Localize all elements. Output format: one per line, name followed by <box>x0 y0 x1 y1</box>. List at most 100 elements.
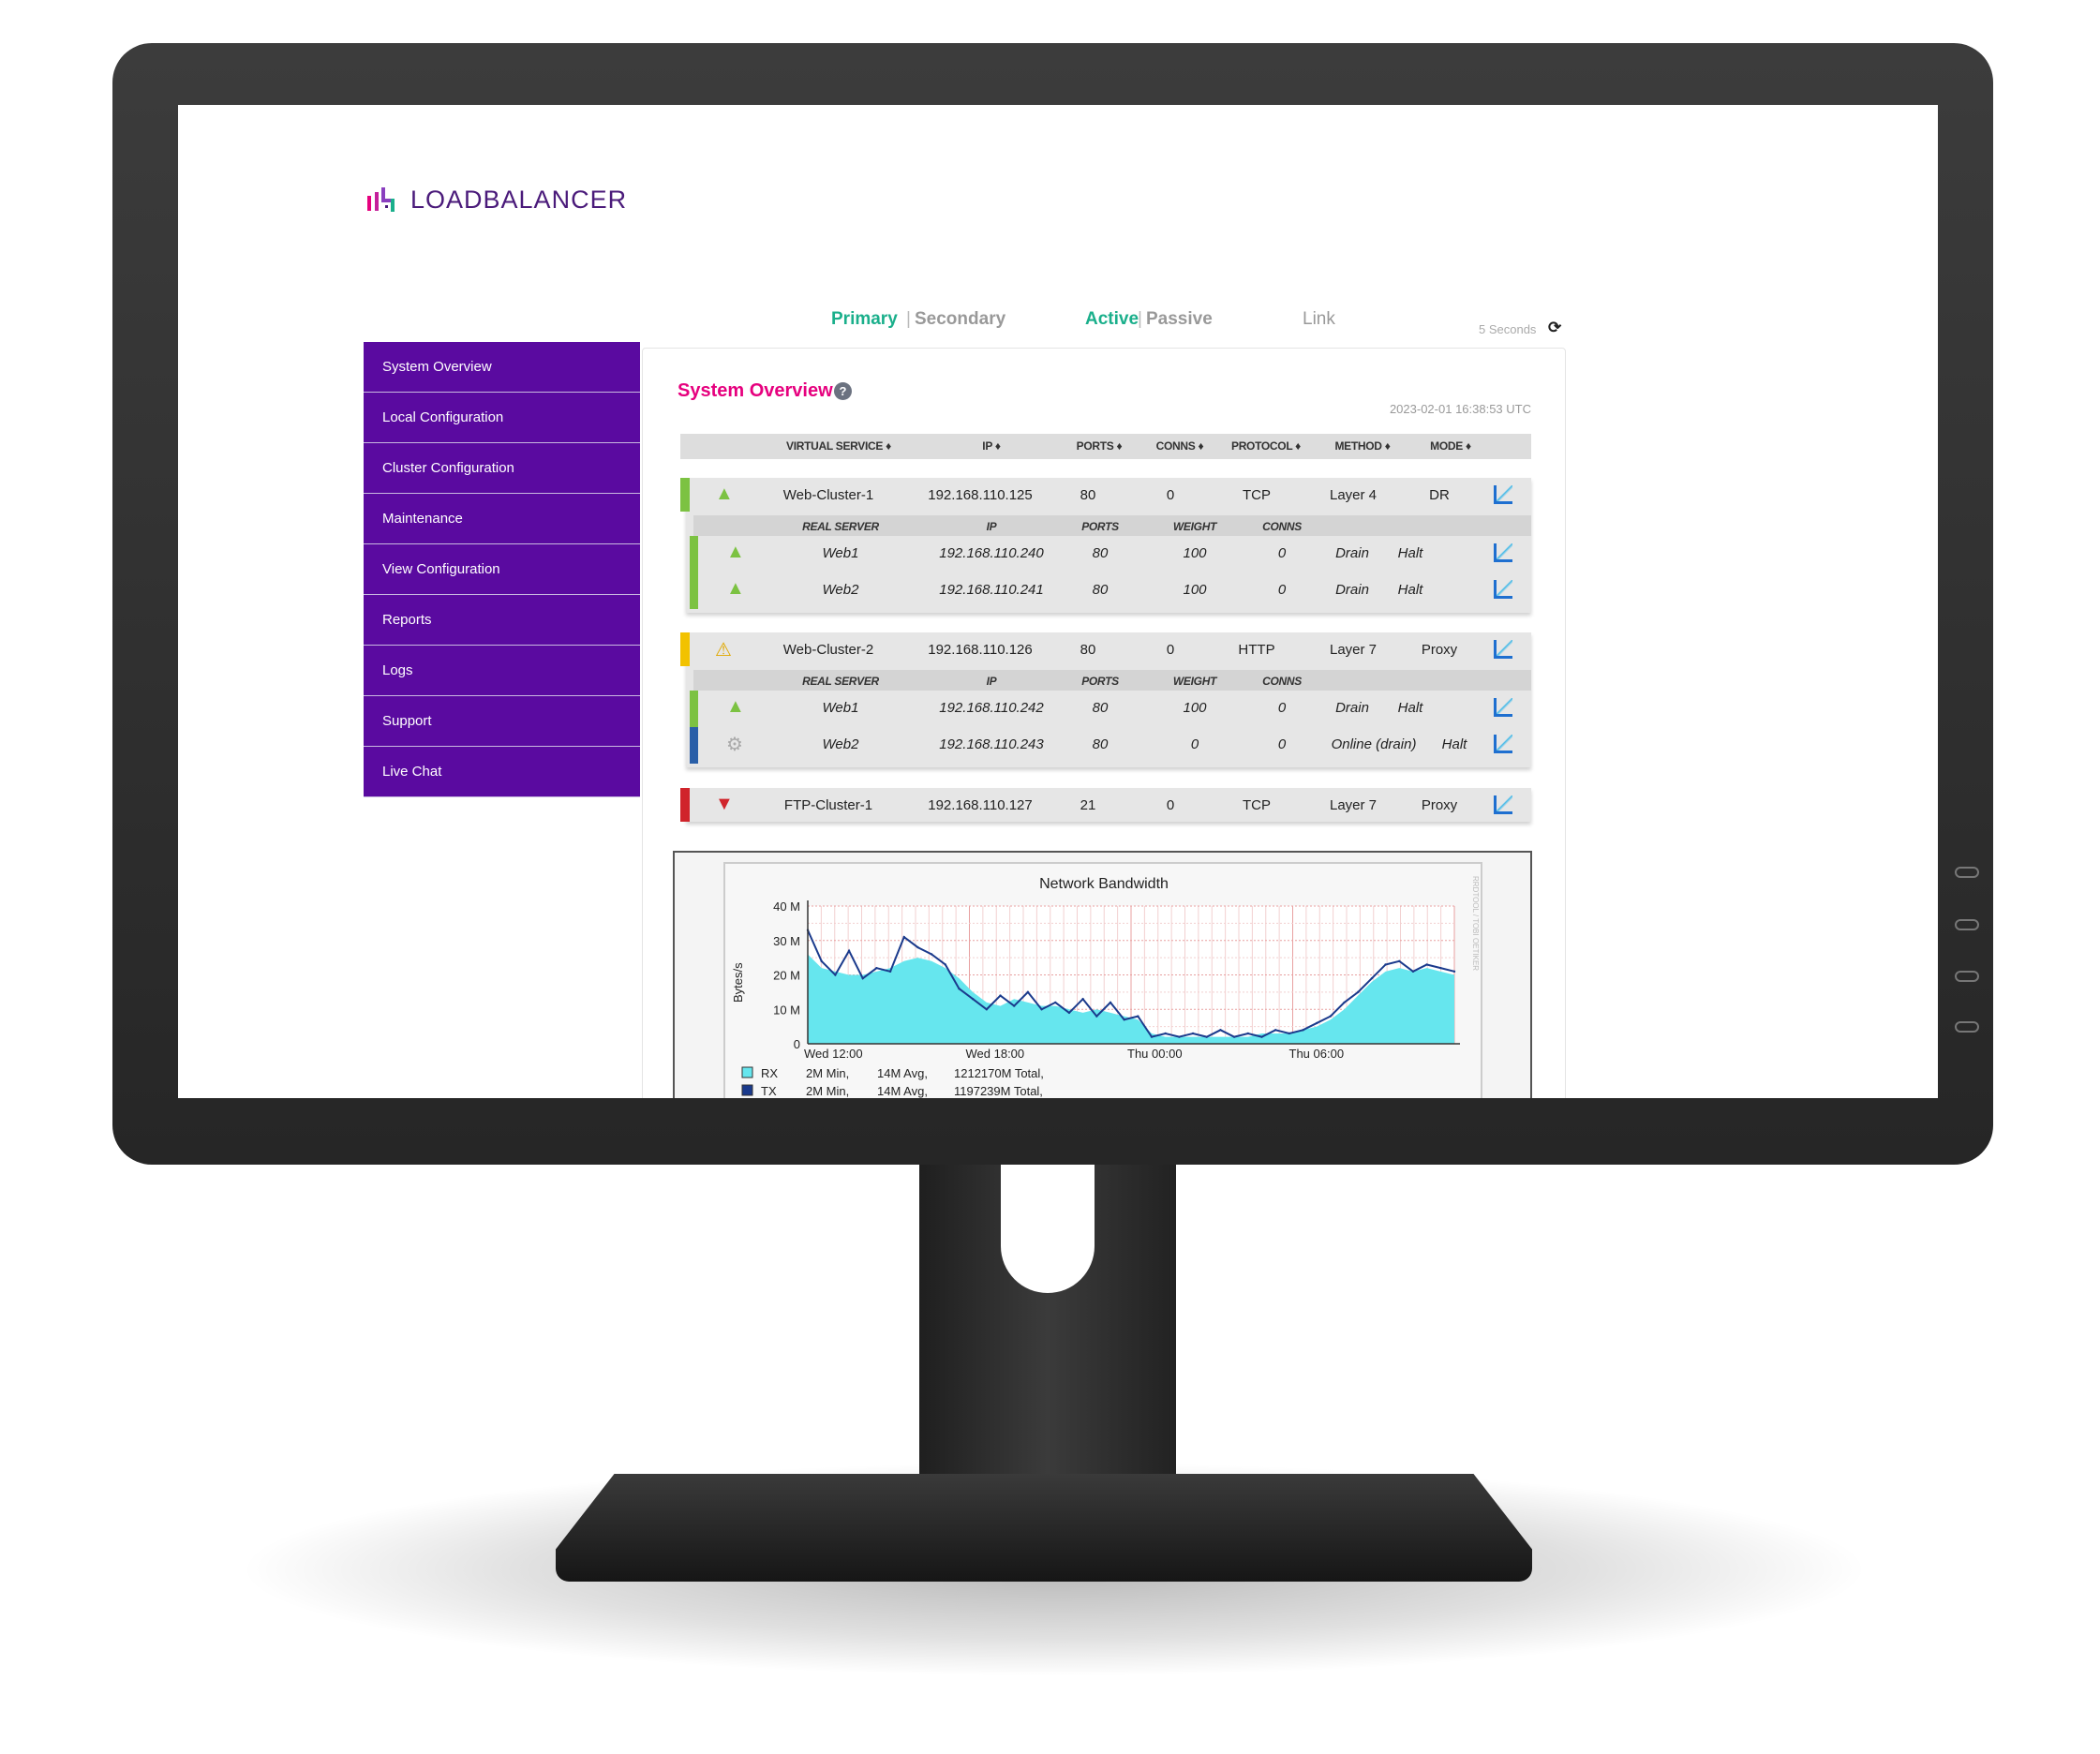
real-server-column-header: WEIGHT <box>1172 675 1217 688</box>
tx-point <box>1302 1029 1304 1032</box>
tx-point <box>1219 1029 1222 1032</box>
graph-icon[interactable] <box>1494 543 1512 562</box>
status-bar <box>680 632 690 666</box>
service-cell: Layer 4 <box>1329 487 1378 503</box>
column-header[interactable]: METHOD ♦ <box>1334 439 1390 453</box>
halt-link[interactable]: Halt <box>1398 582 1423 598</box>
service-cell: 192.168.110.127 <box>928 797 1033 813</box>
sidebar-item-system-overview[interactable]: System Overview <box>364 342 640 393</box>
tx-point <box>930 953 933 956</box>
legend-avg: 14M Avg, <box>877 1084 928 1098</box>
y-tick-label: 10 M <box>773 1003 800 1017</box>
tx-point <box>1013 1004 1016 1007</box>
sidebar-item-support[interactable]: Support <box>364 696 640 747</box>
y-tick-label: 40 M <box>773 899 800 914</box>
column-header[interactable]: PROTOCOL ♦ <box>1231 439 1301 453</box>
service-cell: 0 <box>1166 487 1175 503</box>
monitor-button <box>1955 919 1979 930</box>
service-cell: 0 <box>1166 797 1175 813</box>
service-cell: FTP-Cluster-1 <box>783 797 873 813</box>
sidebar-item-maintenance[interactable]: Maintenance <box>364 494 640 544</box>
tx-point <box>1398 959 1401 962</box>
x-tick-label: Wed 18:00 <box>966 1047 1025 1061</box>
monitor-screen: LOADBALANCER Primary | Secondary Active … <box>178 105 1938 1098</box>
graph-icon[interactable] <box>1494 698 1512 717</box>
sidebar-item-logs[interactable]: Logs <box>364 646 640 696</box>
real-server-cell: 192.168.110.240 <box>939 545 1044 561</box>
real-server-column-header: REAL SERVER <box>802 675 879 688</box>
tx-point <box>1095 1015 1098 1018</box>
x-tick-label: Thu 00:00 <box>1127 1047 1183 1061</box>
tx-point <box>1343 1001 1346 1004</box>
tx-point <box>958 988 961 990</box>
tx-point <box>985 1008 989 1011</box>
tx-point <box>1067 1011 1071 1015</box>
monitor-button <box>1955 971 1979 982</box>
sidebar-item-local-configuration[interactable]: Local Configuration <box>364 393 640 443</box>
halt-link[interactable]: Halt <box>1442 736 1467 752</box>
x-tick-label: Thu 06:00 <box>1289 1047 1345 1061</box>
column-header[interactable]: MODE ♦ <box>1430 439 1471 453</box>
sidebar-item-view-configuration[interactable]: View Configuration <box>364 544 640 595</box>
column-header[interactable]: PORTS ♦ <box>1077 439 1123 453</box>
graph-icon[interactable] <box>1494 485 1512 504</box>
graph-icon[interactable] <box>1494 640 1512 659</box>
drain-link[interactable]: Drain <box>1335 545 1369 561</box>
tx-point <box>888 970 892 974</box>
real-server-cell: 0 <box>1190 736 1199 752</box>
sidebar-item-reports[interactable]: Reports <box>364 595 640 646</box>
tx-point <box>1150 1035 1154 1038</box>
status-bar <box>690 536 698 572</box>
halt-link[interactable]: Halt <box>1398 700 1423 716</box>
graph-icon[interactable] <box>1494 795 1512 814</box>
service-cell: 21 <box>1080 797 1096 813</box>
real-server-column-header: REAL SERVER <box>802 520 879 533</box>
tx-point <box>1425 963 1428 966</box>
real-server-cell: 0 <box>1277 700 1287 716</box>
service-cell: TCP <box>1243 487 1271 503</box>
monitor-stand-base <box>556 1474 1532 1582</box>
real-server-cell: Web2 <box>822 736 859 752</box>
legend-min: 2M Min, <box>806 1084 849 1098</box>
y-tick-label: 30 M <box>773 934 800 948</box>
real-server-cell: 0 <box>1277 582 1287 598</box>
graph-icon[interactable] <box>1494 735 1512 753</box>
service-cell: 192.168.110.126 <box>928 642 1033 658</box>
real-server-cell: 0 <box>1277 545 1287 561</box>
real-server-cell: 100 <box>1183 700 1207 716</box>
drain-link[interactable]: Drain <box>1335 700 1369 716</box>
tx-point <box>847 949 851 952</box>
y-axis-label: Bytes/s <box>731 962 745 1003</box>
real-server-cell: 192.168.110.242 <box>939 700 1044 716</box>
column-header[interactable]: CONNS ♦ <box>1156 439 1204 453</box>
tx-point <box>1370 976 1374 980</box>
column-header[interactable]: VIRTUAL SERVICE ♦ <box>786 439 891 453</box>
real-server-cell: Web1 <box>822 545 859 561</box>
status-up-icon: ▲ <box>726 578 745 599</box>
tx-point <box>999 994 1002 997</box>
graph-icon[interactable] <box>1494 580 1512 599</box>
y-tick-label: 20 M <box>773 969 800 983</box>
status-down-icon: ▼ <box>715 794 734 814</box>
tx-point <box>1439 966 1442 970</box>
tx-point <box>1273 1029 1277 1032</box>
tx-point <box>1109 1001 1112 1004</box>
tx-point <box>1137 1015 1139 1018</box>
tx-point <box>971 998 975 1001</box>
tx-point <box>1260 1035 1263 1038</box>
tx-point <box>1054 1001 1057 1004</box>
halt-link[interactable]: Halt <box>1398 545 1423 561</box>
drain-link[interactable]: Drain <box>1335 582 1369 598</box>
real-server-cell: Web1 <box>822 700 859 716</box>
column-header[interactable]: IP ♦ <box>982 439 1001 453</box>
sidebar-item-live-chat[interactable]: Live Chat <box>364 747 640 797</box>
real-server-cell: 80 <box>1092 736 1109 752</box>
sidebar-item-cluster-configuration[interactable]: Cluster Configuration <box>364 443 640 494</box>
tx-point <box>1315 1021 1318 1025</box>
tx-point <box>1384 963 1387 966</box>
legend-name: RX <box>761 1066 778 1080</box>
drain-link[interactable]: Online (drain) <box>1332 736 1417 752</box>
service-cell: DR <box>1429 487 1450 503</box>
real-server-column-header: PORTS <box>1081 520 1119 533</box>
real-server-cell: 100 <box>1183 582 1207 598</box>
